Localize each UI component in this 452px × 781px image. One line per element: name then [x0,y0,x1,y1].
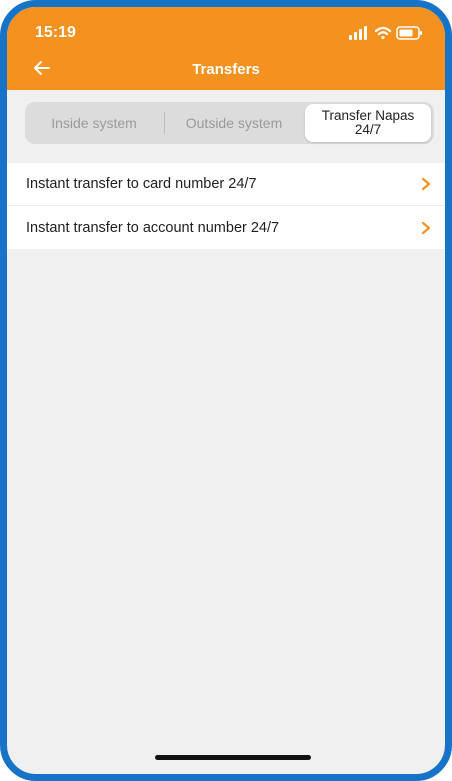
list-item-label: Instant transfer to card number 24/7 [26,176,257,192]
wifi-icon [374,26,392,40]
signal-icon [349,26,367,40]
status-icons [349,26,422,40]
tab-divider [164,112,165,134]
tab-inside-system[interactable]: Inside system [27,104,161,142]
page-title: Transfers [192,61,260,78]
transfer-options-list: Instant transfer to card number 24/7 Ins… [7,163,445,249]
battery-icon [396,26,422,40]
status-time: 15:19 [35,24,76,41]
list-item-account-number-transfer[interactable]: Instant transfer to account number 24/7 [7,206,445,249]
tab-outside-system[interactable]: Outside system [167,104,301,142]
list-item-label: Instant transfer to account number 24/7 [26,219,280,236]
list-item-card-number-transfer[interactable]: Instant transfer to card number 24/7 [7,163,445,206]
tab-transfer-napas[interactable]: Transfer Napas 24/7 [305,104,431,142]
transfer-type-segmented-control: Inside system Outside system Transfer Na… [25,102,434,144]
chevron-right-icon [421,177,431,191]
phone-frame: 15:19 Transfers Inside system Outside sy… [0,0,452,781]
chevron-right-icon [421,221,431,234]
home-indicator [155,755,311,760]
app-header: 15:19 Transfers [7,7,445,90]
